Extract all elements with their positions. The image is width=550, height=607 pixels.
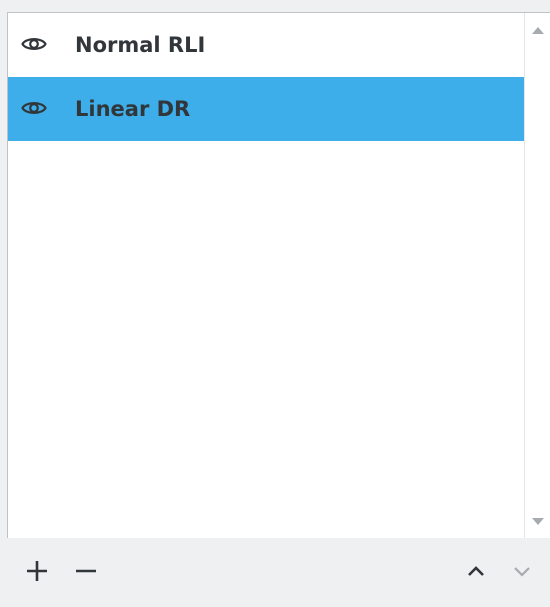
layer-list[interactable]: Normal RLI Linear DR [8,13,525,538]
add-layer-button[interactable] [20,554,54,588]
vertical-scrollbar[interactable] [524,13,550,538]
remove-layer-button[interactable] [69,554,103,588]
layer-toolbar [0,538,550,607]
layer-label: Linear DR [75,97,191,121]
chevron-up-icon [468,566,484,576]
layer-label: Normal RLI [75,33,206,57]
plus-icon [27,561,47,581]
layer-row-linear-dr[interactable]: Linear DR [8,77,525,141]
scroll-up-arrow-icon[interactable] [532,27,544,34]
scroll-track[interactable] [525,43,550,508]
eye-icon[interactable] [21,100,47,116]
layer-list-frame: Normal RLI Linear DR [7,12,550,538]
scroll-down-arrow-icon[interactable] [532,518,544,525]
layer-row-normal-rli[interactable]: Normal RLI [8,13,525,77]
eye-icon[interactable] [21,36,47,52]
move-down-button[interactable] [505,554,539,588]
move-up-button[interactable] [459,554,493,588]
minus-icon [76,569,96,573]
chevron-down-icon [514,567,530,577]
